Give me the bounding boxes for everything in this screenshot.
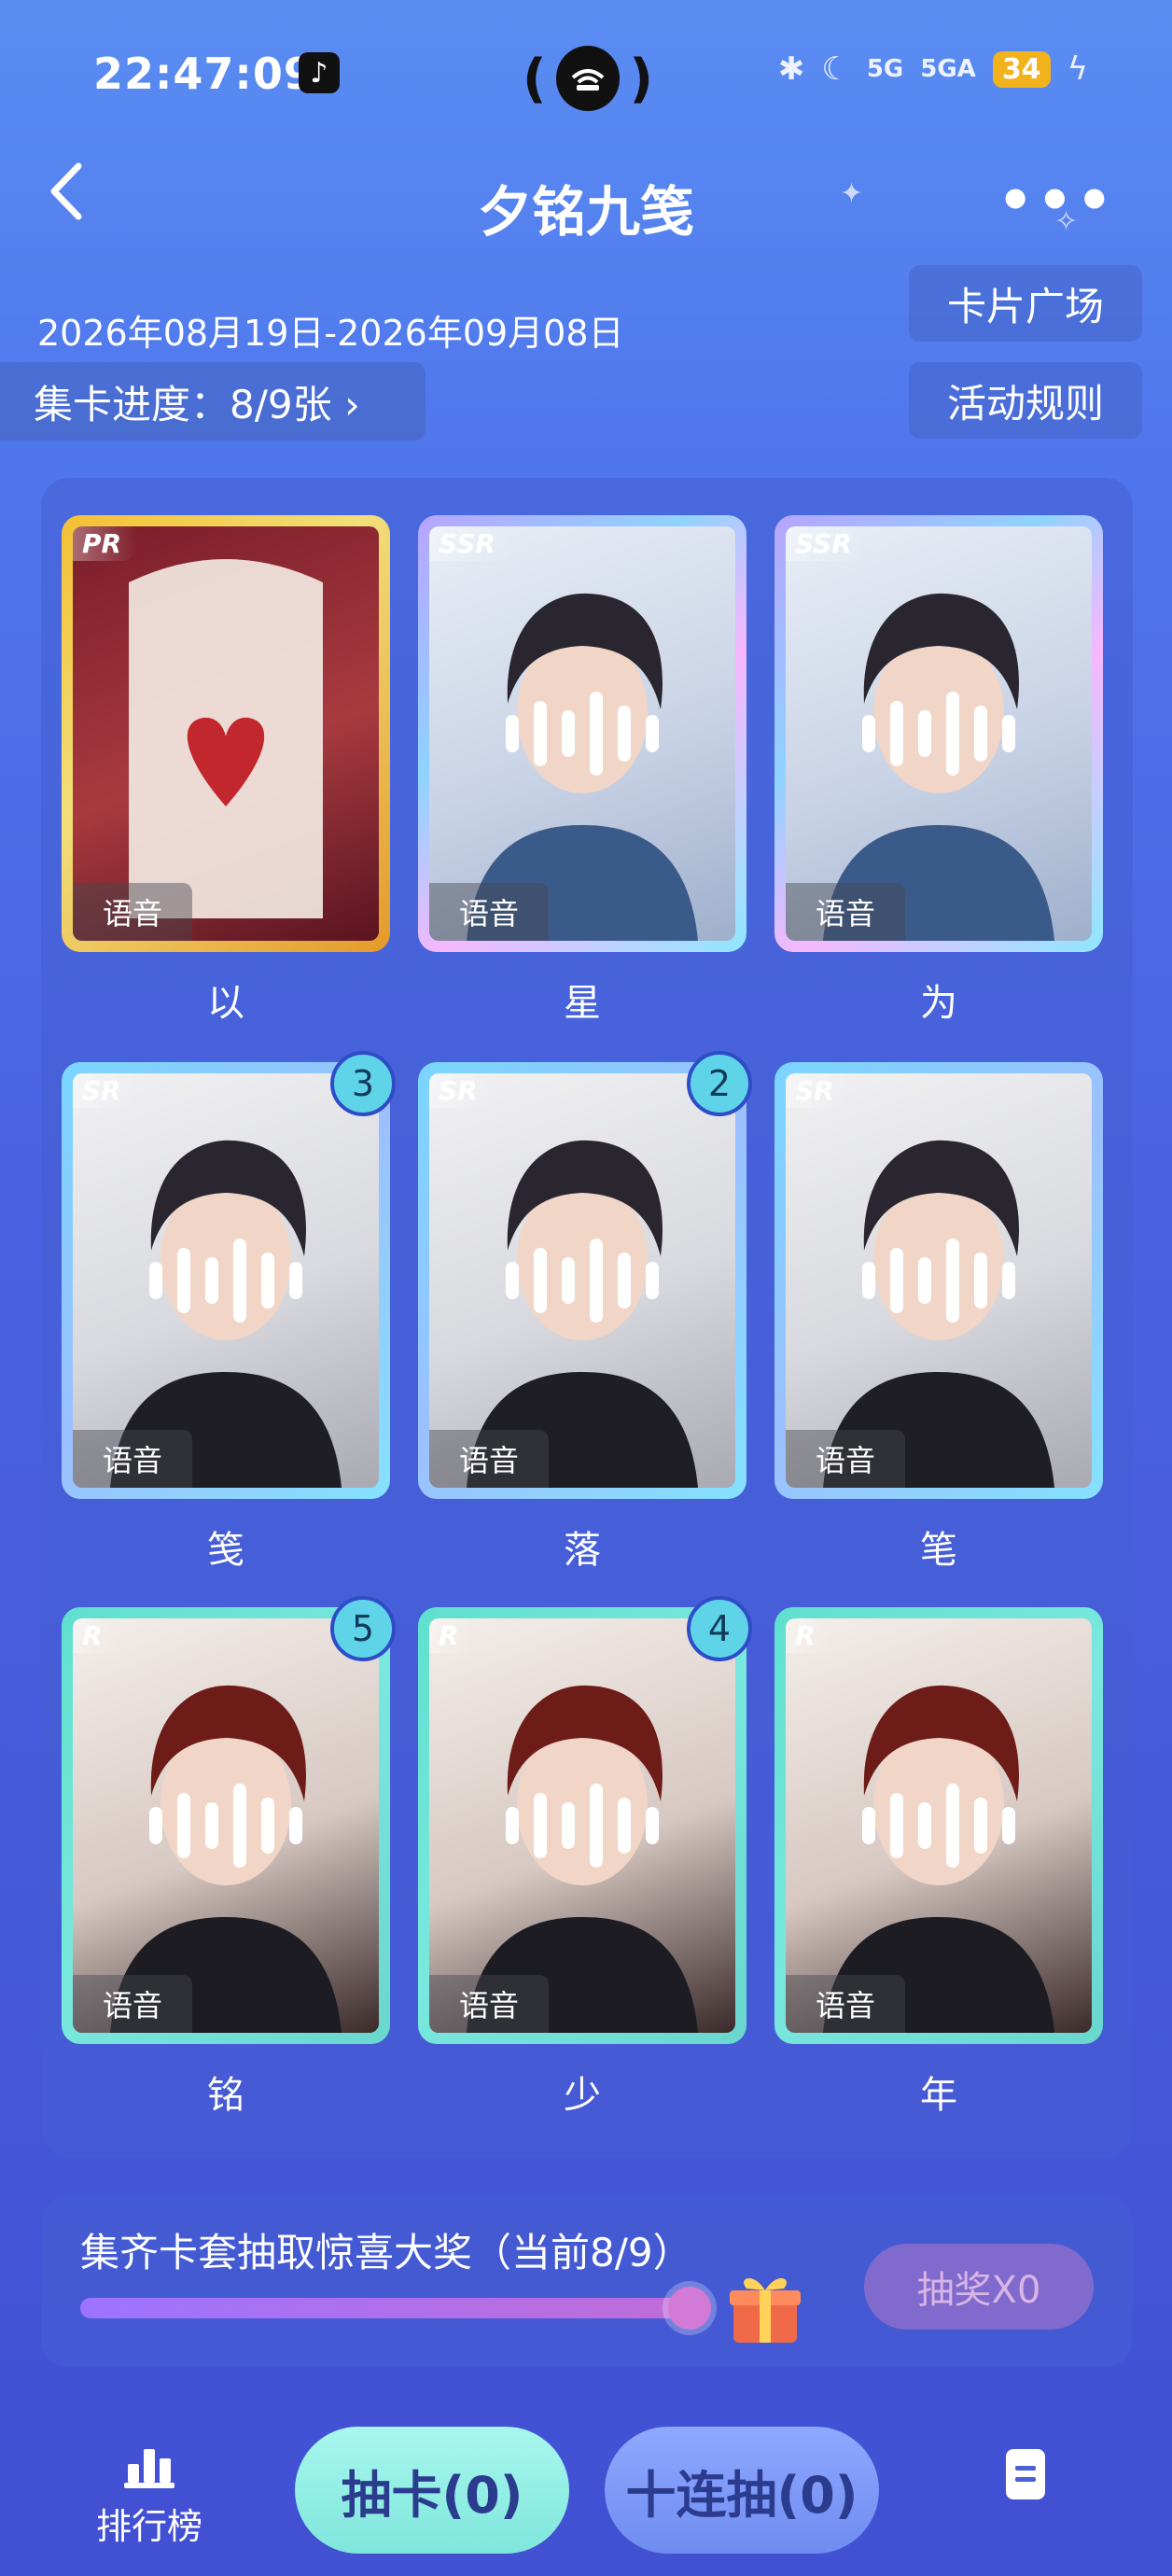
card-name: 星 (564, 982, 601, 1025)
voice-wave-icon[interactable] (862, 1784, 1015, 1868)
voice-wave-icon[interactable] (149, 1239, 302, 1323)
card[interactable]: SR 语音 (774, 1062, 1103, 1499)
collection-progress[interactable]: 集卡进度：8/9张 › (0, 362, 426, 441)
rarity-tag: SR (73, 1073, 136, 1108)
voice-tag[interactable]: 语音 (429, 1430, 549, 1488)
card-name: 铭 (207, 2074, 244, 2117)
voice-tag[interactable]: 语音 (786, 1975, 905, 2033)
voice-tag[interactable]: 语音 (73, 883, 192, 941)
battery-level: 34 (992, 50, 1051, 88)
voice-tag[interactable]: 语音 (429, 883, 549, 941)
card-name: 笺 (207, 1529, 244, 1572)
draw-card-button[interactable]: 抽卡(0) (295, 2427, 569, 2554)
voice-tag[interactable]: 语音 (786, 883, 905, 941)
prize-progress-knob (668, 2287, 711, 2330)
bluetooth-icon: ✱ (777, 50, 805, 88)
status-time: 22:47:09 (93, 49, 314, 99)
gift-icon (728, 2268, 802, 2346)
rarity-tag: SSR (786, 526, 867, 561)
card[interactable]: PR 语音 (62, 515, 390, 952)
date-range: 2026年08月19日-2026年09月08日 (37, 313, 624, 354)
card[interactable]: SR 语音 3 (62, 1051, 396, 1499)
dynamic-island: ( ) (523, 45, 653, 112)
voice-tag[interactable]: 语音 (786, 1430, 905, 1488)
card-name: 落 (564, 1529, 601, 1572)
card-name: 少 (564, 2074, 601, 2117)
voice-wave-icon[interactable] (506, 1784, 659, 1868)
sparkle-icon: ✧ (1054, 205, 1079, 238)
signal-5ga: 5GA (920, 55, 976, 83)
voice-wave-icon[interactable] (149, 1784, 302, 1868)
card-art: SSR 语音 (786, 526, 1092, 941)
rarity-tag: SR (429, 1073, 493, 1108)
voice-tag[interactable]: 语音 (73, 1975, 192, 2033)
voice-wave-icon[interactable] (506, 1239, 659, 1323)
voice-wave-icon[interactable] (862, 692, 1015, 776)
leaderboard-button[interactable]: 排行榜 (93, 2445, 205, 2549)
voice-tag[interactable]: 语音 (429, 1975, 549, 2033)
card[interactable]: SSR 语音 (418, 515, 746, 952)
voice-tag[interactable]: 语音 (73, 1430, 192, 1488)
card-art: SR 语音 (429, 1073, 735, 1488)
rarity-tag: R (429, 1618, 474, 1653)
sparkle-icon: ✦ (840, 177, 864, 210)
rules-button[interactable]: 活动规则 (909, 362, 1142, 439)
moon-icon: ☾ (821, 50, 850, 88)
card-name: 年 (920, 2074, 957, 2117)
voice-wave-icon[interactable] (506, 692, 659, 776)
card[interactable]: R 语音 (774, 1607, 1103, 2044)
card-name: 为 (920, 982, 957, 1025)
prize-progress-bar (80, 2298, 692, 2318)
card-art: PR 语音 (73, 526, 379, 941)
card-count-badge: 2 (687, 1051, 752, 1116)
rarity-tag: R (786, 1618, 830, 1653)
card[interactable]: SSR 语音 (774, 515, 1103, 952)
rarity-tag: R (73, 1618, 118, 1653)
character-portrait (129, 559, 323, 918)
rarity-tag: SSR (429, 526, 510, 561)
card-name: 以 (207, 982, 244, 1025)
card-count-badge: 5 (330, 1596, 396, 1661)
signal-5g: 5G (866, 55, 904, 83)
rarity-tag: PR (73, 526, 137, 561)
hotspot-icon (555, 46, 621, 111)
card-art: SSR 语音 (429, 526, 735, 941)
card-art: R 语音 (429, 1618, 735, 2033)
leaderboard-icon (124, 2449, 174, 2488)
prize-text: 集齐卡套抽取惊喜大奖（当前8/9） (80, 2230, 692, 2275)
charging-icon: ϟ (1067, 50, 1088, 88)
card-name: 笔 (920, 1529, 957, 1572)
rarity-tag: SR (786, 1073, 849, 1108)
card-art: SR 语音 (786, 1073, 1092, 1488)
card-art: R 语音 (73, 1618, 379, 2033)
status-icons: ✱ ☾ 5G 5GA 34 ϟ (778, 50, 1088, 88)
notes-icon[interactable] (1006, 2449, 1045, 2499)
card-art: SR 语音 (73, 1073, 379, 1488)
voice-wave-icon[interactable] (862, 1239, 1015, 1323)
card-count-badge: 3 (330, 1051, 396, 1116)
card-square-button[interactable]: 卡片广场 (909, 265, 1142, 342)
leaderboard-label: 排行榜 (95, 2506, 202, 2547)
ten-draw-button[interactable]: 十连抽(0) (605, 2427, 879, 2554)
lottery-button[interactable]: 抽奖X0 (864, 2244, 1094, 2330)
card-art: R 语音 (786, 1618, 1092, 2033)
card-count-badge: 4 (687, 1596, 752, 1661)
page-title: 夕铭九笺 (477, 180, 694, 244)
card[interactable]: R 语音 4 (418, 1596, 752, 2044)
tiktok-icon: ♪ (299, 52, 340, 93)
card[interactable]: SR 语音 2 (418, 1051, 752, 1499)
card[interactable]: R 语音 5 (62, 1596, 396, 2044)
